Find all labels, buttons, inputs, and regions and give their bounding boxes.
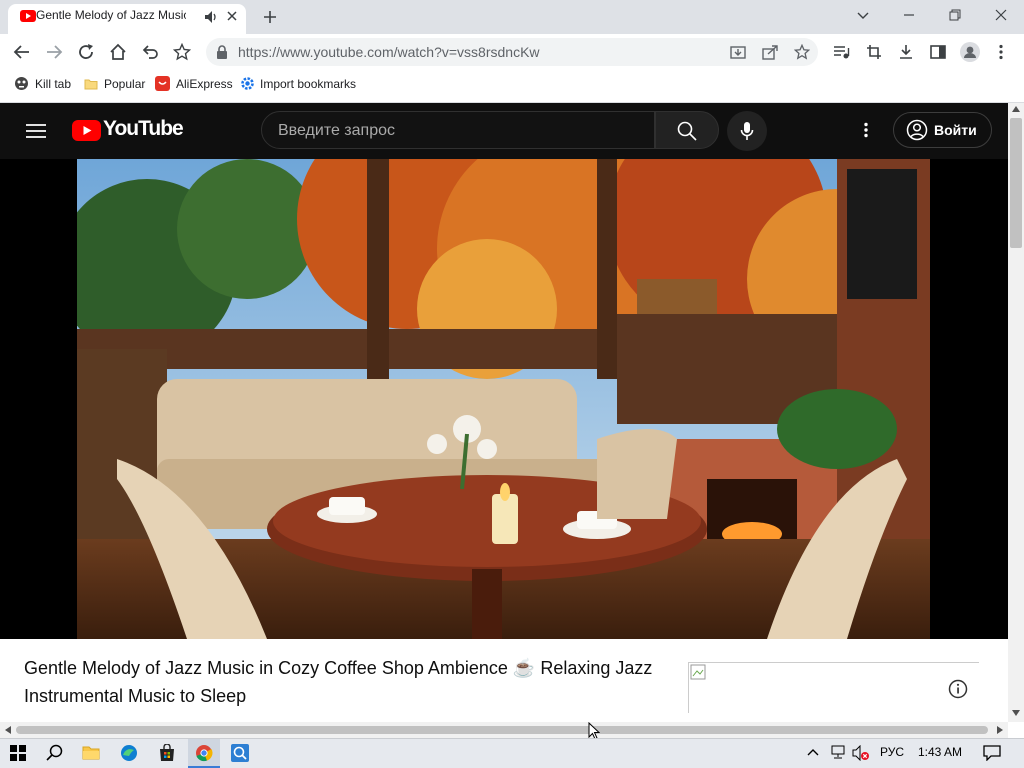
minimize-icon[interactable] <box>902 8 916 22</box>
bookmarks-bar <box>0 70 1024 103</box>
reload-icon[interactable] <box>77 43 95 61</box>
kill-tab-icon <box>14 76 29 91</box>
video-thumbnail-scene <box>77 159 930 639</box>
windows-taskbar <box>0 738 1024 768</box>
back-icon[interactable] <box>13 44 31 60</box>
forward-icon[interactable] <box>45 44 63 60</box>
chrome-menu-icon[interactable] <box>998 44 1004 60</box>
download-icon[interactable] <box>898 44 914 60</box>
system-clock[interactable]: 1:43 AM <box>918 745 962 759</box>
tab-search-chevron-down-icon[interactable] <box>856 8 870 22</box>
folder-icon <box>84 77 98 91</box>
microsoft-store-icon[interactable] <box>158 744 176 762</box>
bookmark-star-icon[interactable] <box>173 43 191 61</box>
bookmark-kill-tab[interactable]: Kill tab <box>35 77 71 91</box>
restore-icon[interactable] <box>948 8 962 22</box>
show-hidden-icons-chevron-up-icon[interactable] <box>806 746 820 758</box>
side-panel-icon[interactable] <box>930 44 946 60</box>
scroll-right-arrow-icon[interactable] <box>997 726 1003 734</box>
volume-muted-icon[interactable] <box>852 745 870 761</box>
scroll-down-arrow-icon[interactable] <box>1012 710 1020 716</box>
search-icon <box>677 121 697 141</box>
video-title: Gentle Melody of Jazz Music in Cozy Coff… <box>24 658 653 706</box>
input-language-indicator[interactable]: РУС <box>880 745 904 759</box>
share-icon[interactable] <box>762 44 778 60</box>
undo-icon[interactable] <box>141 44 159 60</box>
aliexpress-icon <box>155 76 170 91</box>
magnifier-app-icon[interactable] <box>231 744 249 762</box>
gear-icon <box>240 76 255 91</box>
bookmark-import-bookmarks[interactable]: Import bookmarks <box>260 77 356 91</box>
bookmark-popular[interactable]: Popular <box>104 77 145 91</box>
youtube-logo-icon[interactable] <box>72 120 101 141</box>
crop-icon[interactable] <box>866 44 882 60</box>
microphone-icon <box>740 121 754 141</box>
profile-avatar-icon[interactable] <box>960 42 980 62</box>
url-text: https://www.youtube.com/watch?v=vss8rsdn… <box>238 44 540 60</box>
tab-title: Gentle Melody of Jazz Music in <box>36 8 186 22</box>
youtube-logo-text[interactable]: YouTube <box>103 117 184 141</box>
speaker-icon[interactable] <box>204 10 218 24</box>
chrome-browser-icon[interactable] <box>195 744 213 762</box>
edge-browser-icon[interactable] <box>120 744 138 762</box>
horizontal-scrollbar-thumb[interactable] <box>16 726 988 734</box>
vertical-scrollbar-thumb[interactable] <box>1010 118 1022 248</box>
settings-more-icon[interactable] <box>863 122 869 138</box>
youtube-favicon-icon <box>20 10 36 22</box>
broken-image-icon <box>690 664 706 680</box>
media-playlist-icon[interactable] <box>833 44 851 60</box>
omnibox-star-icon[interactable] <box>794 44 810 60</box>
new-tab-icon[interactable] <box>262 9 278 25</box>
windows-start-icon[interactable] <box>10 745 26 761</box>
search-placeholder: Введите запрос <box>278 122 395 139</box>
account-circle-icon <box>906 119 928 141</box>
bookmark-aliexpress[interactable]: AliExpress <box>176 77 233 91</box>
video-frame[interactable] <box>77 159 930 639</box>
ad-slot[interactable] <box>688 662 979 713</box>
hamburger-menu-icon[interactable] <box>26 123 46 139</box>
scroll-left-arrow-icon[interactable] <box>5 726 11 734</box>
lock-icon[interactable] <box>216 45 228 59</box>
install-app-icon[interactable] <box>730 44 746 60</box>
taskbar-search-icon[interactable] <box>46 744 64 762</box>
home-icon[interactable] <box>109 43 127 61</box>
close-tab-icon[interactable] <box>226 10 238 22</box>
file-explorer-icon[interactable] <box>82 744 100 760</box>
signin-label: Войти <box>934 122 977 138</box>
network-icon[interactable] <box>830 745 846 759</box>
close-window-icon[interactable] <box>994 8 1008 22</box>
info-icon[interactable] <box>948 679 968 699</box>
scroll-up-arrow-icon[interactable] <box>1012 106 1020 112</box>
action-center-icon[interactable] <box>983 745 1001 761</box>
